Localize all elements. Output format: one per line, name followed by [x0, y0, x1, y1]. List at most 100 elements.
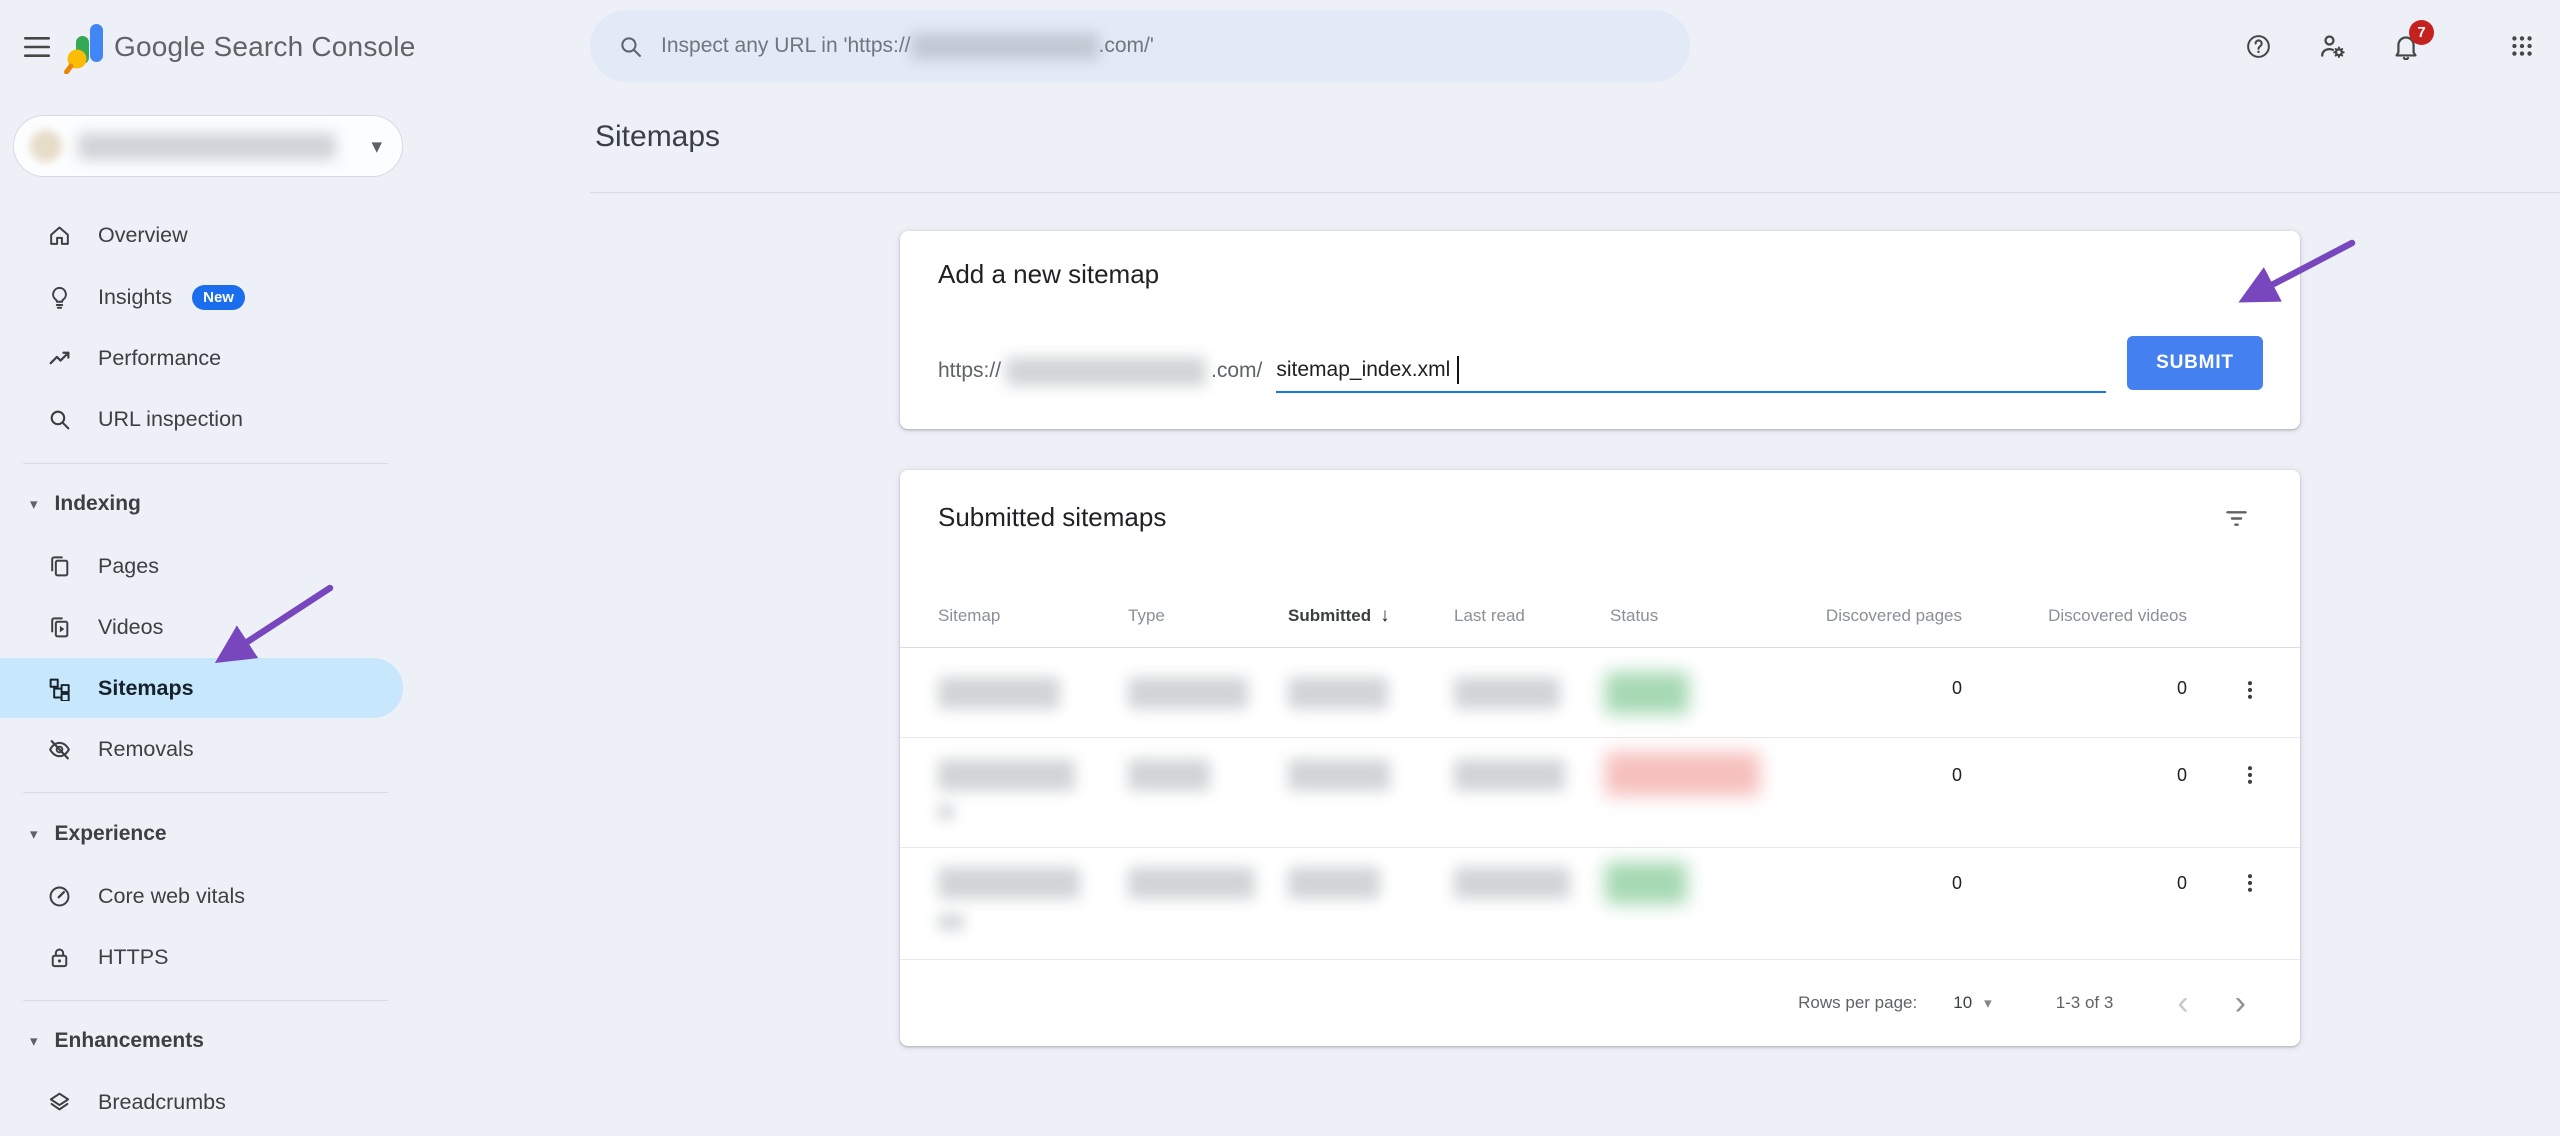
- redacted-sitemap-name-line2: [938, 804, 954, 820]
- sidebar-item-pages[interactable]: Pages: [0, 536, 405, 596]
- table-pagination: Rows per page: 10 ▾ 1-3 of 3 ‹ ›: [900, 960, 2300, 1046]
- table-row[interactable]: 0 0: [900, 848, 2300, 960]
- sidebar-item-https[interactable]: HTTPS: [0, 927, 405, 987]
- sidebar-item-overview[interactable]: Overview: [0, 205, 405, 265]
- table-header-row: Sitemap Type Submitted ↓ Last read Statu…: [900, 585, 2300, 648]
- url-suffix: .com/: [1211, 359, 1262, 383]
- column-header-last-read[interactable]: Last read: [1454, 585, 1525, 647]
- rows-per-page-label: Rows per page:: [1798, 993, 1917, 1013]
- google-apps-button[interactable]: [2498, 22, 2546, 70]
- trending-up-icon: [47, 346, 72, 371]
- app-title: Google Search Console: [114, 31, 416, 63]
- notifications-button[interactable]: 7: [2382, 22, 2430, 70]
- column-header-submitted[interactable]: Submitted ↓: [1288, 585, 1390, 647]
- discovered-pages-value: 0: [1952, 873, 1962, 894]
- redacted-submitted-date: [1288, 759, 1390, 791]
- submitted-sitemaps-card: Submitted sitemaps Sitemap Type Submitte…: [900, 470, 2300, 1046]
- discovered-videos-value: 0: [2177, 678, 2187, 699]
- search-console-logo: [64, 22, 110, 74]
- add-sitemap-card: Add a new sitemap https:// .com/ SUBMIT: [900, 231, 2300, 429]
- filter-button[interactable]: [2216, 498, 2256, 538]
- new-badge: New: [192, 285, 245, 310]
- column-header-type[interactable]: Type: [1128, 585, 1165, 647]
- sidebar-section-indexing[interactable]: ▾ Indexing: [0, 480, 405, 528]
- table-row[interactable]: 0 0: [900, 738, 2300, 848]
- url-inspection-searchbox[interactable]: Inspect any URL in 'https:// .com/': [590, 10, 1690, 82]
- column-header-discovered-videos[interactable]: Discovered videos: [2048, 585, 2187, 647]
- pagination-range: 1-3 of 3: [2056, 993, 2114, 1013]
- sidebar-item-removals[interactable]: Removals: [0, 719, 405, 779]
- add-sitemap-row: https:// .com/: [938, 349, 2106, 393]
- main-menu-button[interactable]: [24, 32, 64, 62]
- user-gear-icon: [2318, 32, 2347, 61]
- text-cursor: [1457, 356, 1459, 384]
- column-header-sitemap[interactable]: Sitemap: [938, 585, 1000, 647]
- video-pages-icon: [47, 615, 72, 640]
- redacted-last-read-date: [1454, 759, 1565, 791]
- home-icon: [47, 223, 72, 248]
- section-caret-icon: ▾: [30, 495, 38, 513]
- lock-icon: [47, 945, 72, 970]
- section-caret-icon: ▾: [30, 825, 38, 843]
- sidebar-item-performance[interactable]: Performance: [0, 328, 405, 388]
- user-settings-button[interactable]: [2308, 22, 2356, 70]
- sitemap-input[interactable]: [1276, 358, 2106, 382]
- redacted-domain: [911, 33, 1099, 60]
- sidebar-section-experience[interactable]: ▾ Experience: [0, 810, 405, 858]
- rows-per-page-value[interactable]: 10: [1953, 993, 1972, 1013]
- search-icon: [618, 34, 643, 59]
- submit-button[interactable]: SUBMIT: [2127, 336, 2263, 390]
- property-avatar: [30, 130, 62, 162]
- help-button[interactable]: [2234, 22, 2282, 70]
- redacted-property-name: [78, 133, 336, 160]
- discovered-videos-value: 0: [2177, 873, 2187, 894]
- redacted-sitemap-name-line2: [938, 914, 964, 930]
- row-menu-button[interactable]: [2228, 861, 2272, 905]
- sidebar-divider: [23, 792, 388, 793]
- redacted-sitemap-name: [938, 759, 1075, 791]
- redacted-type: [1128, 759, 1210, 791]
- column-header-status[interactable]: Status: [1610, 585, 1658, 647]
- speedometer-icon: [47, 884, 72, 909]
- sidebar-item-sitemaps[interactable]: Sitemaps: [0, 658, 403, 718]
- sidebar-item-url-inspection[interactable]: URL inspection: [0, 389, 405, 449]
- row-menu-button[interactable]: [2228, 753, 2272, 797]
- sidebar-item-breadcrumbs[interactable]: Breadcrumbs: [0, 1072, 405, 1132]
- sidebar-item-insights[interactable]: Insights New: [0, 267, 405, 327]
- filter-list-icon: [2223, 505, 2250, 532]
- search-icon: [47, 407, 72, 432]
- table-row[interactable]: 0 0: [900, 648, 2300, 738]
- status-error-badge: [1605, 752, 1760, 796]
- row-menu-button[interactable]: [2228, 668, 2272, 712]
- sidebar-divider: [23, 1000, 388, 1001]
- help-icon: [2245, 33, 2272, 60]
- previous-page-button[interactable]: ‹: [2171, 986, 2194, 1020]
- redacted-type: [1128, 677, 1248, 709]
- sidebar-divider: [23, 463, 388, 464]
- apps-grid-icon: [2509, 33, 2535, 59]
- search-placeholder: Inspect any URL in 'https:// .com/': [661, 33, 1154, 60]
- kebab-menu-icon: [2238, 678, 2262, 702]
- sitemap-input-wrap: [1276, 349, 2106, 393]
- sidebar-section-enhancements[interactable]: ▾ Enhancements: [0, 1017, 405, 1065]
- redacted-type: [1128, 867, 1255, 899]
- page-title: Sitemaps: [595, 120, 720, 154]
- kebab-menu-icon: [2238, 763, 2262, 787]
- column-header-discovered-pages[interactable]: Discovered pages: [1826, 585, 1962, 647]
- redacted-submitted-date: [1288, 867, 1380, 899]
- layers-icon: [47, 1090, 72, 1115]
- topbar-actions: 7: [2234, 10, 2546, 82]
- discovered-pages-value: 0: [1952, 765, 1962, 786]
- rows-per-page-caret-icon[interactable]: ▾: [1984, 994, 1992, 1012]
- discovered-pages-value: 0: [1952, 678, 1962, 699]
- sidebar-item-core-web-vitals[interactable]: Core web vitals: [0, 866, 405, 926]
- redacted-sitemap-name: [938, 867, 1080, 899]
- redacted-last-read-date: [1454, 867, 1570, 899]
- header-divider: [590, 192, 2560, 193]
- section-caret-icon: ▾: [30, 1032, 38, 1050]
- next-page-button[interactable]: ›: [2229, 986, 2252, 1020]
- redacted-sitemap-name: [938, 677, 1060, 709]
- pages-copy-icon: [47, 554, 72, 579]
- property-selector[interactable]: ▾: [13, 115, 403, 177]
- sidebar-item-videos[interactable]: Videos: [0, 597, 405, 657]
